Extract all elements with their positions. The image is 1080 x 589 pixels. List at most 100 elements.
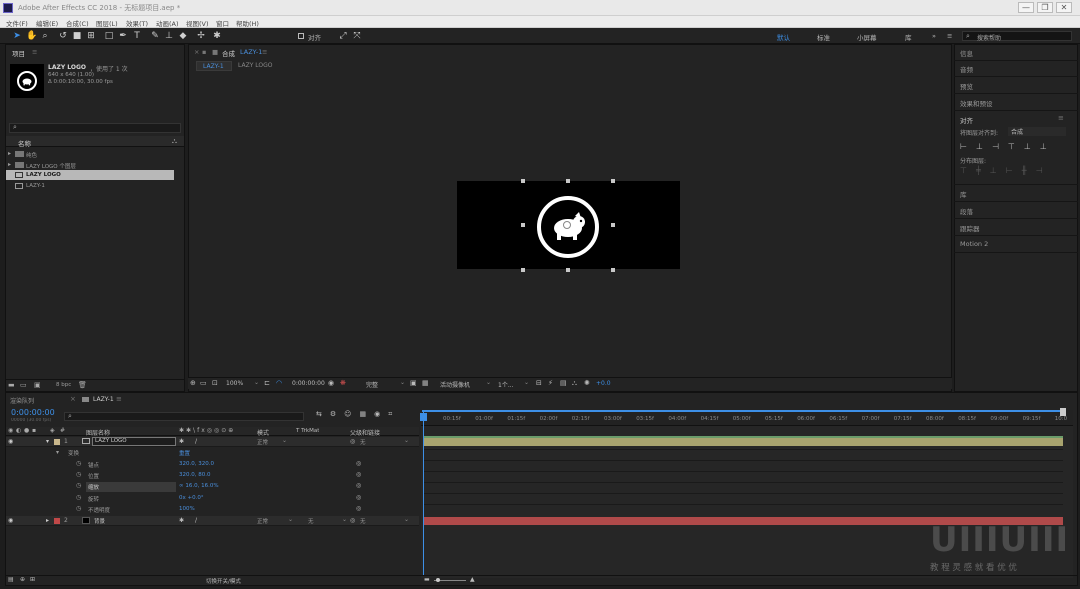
motion2-panel-tab[interactable]: Motion 2 (960, 240, 988, 248)
stopwatch-icon[interactable]: ◷ (76, 460, 81, 467)
exposure-value[interactable]: +0.0 (596, 380, 611, 387)
selection-tool-icon[interactable]: ➤ (12, 31, 22, 41)
info-panel-tab[interactable]: 信息 (960, 48, 973, 58)
layer-name[interactable]: 背景 (94, 517, 105, 525)
region-of-interest-icon[interactable]: ▣ (410, 379, 417, 387)
transform-handle[interactable] (521, 179, 525, 183)
project-list-item[interactable]: ▸ 纯色 (6, 149, 174, 159)
camera-tool-icon[interactable]: ■ (72, 31, 82, 41)
preview-options-icon[interactable]: ▭ (200, 379, 207, 387)
pen-tool-icon[interactable]: ✒ (118, 31, 128, 41)
hand-tool-icon[interactable]: ✋ (26, 31, 37, 41)
type-tool-icon[interactable]: T (132, 31, 142, 41)
layer-label-color[interactable] (54, 439, 60, 445)
comp-flowchart-icon[interactable]: ⇆ (316, 410, 330, 418)
audio-panel-tab[interactable]: 音频 (960, 64, 973, 74)
timeline-search-input[interactable]: ⌕ (64, 412, 304, 421)
menu-window[interactable]: 窗口 (216, 18, 229, 28)
layer-parent[interactable]: 无 (360, 517, 366, 525)
puppet-tool-icon[interactable]: ✱ (212, 31, 222, 41)
property-value[interactable]: 320.0, 80.0 (179, 472, 211, 478)
pick-whip-icon[interactable]: ◎ (356, 505, 361, 512)
exposure-icon[interactable]: ✺ (584, 379, 590, 387)
snapshot-icon[interactable]: ◉ (328, 379, 334, 387)
frame-blending-icon[interactable]: ▦ (359, 410, 374, 418)
flowchart-icon[interactable]: ⛬ (172, 137, 177, 146)
close-icon[interactable]: × (70, 395, 76, 403)
workspace-standard[interactable]: 标准 (817, 32, 830, 42)
mask-visibility-icon[interactable]: ◠ (276, 379, 282, 387)
timeline-switches-row[interactable]: ⇆⚙☺▦◉⌗ (316, 410, 416, 420)
property-row[interactable]: ◷ 锚点 320.0, 320.0 ◎ (6, 460, 419, 470)
pick-whip-icon[interactable]: ◎ (356, 460, 361, 467)
minimize-button[interactable]: — (1018, 2, 1034, 13)
paragraph-panel-tab[interactable]: 段落 (960, 206, 973, 216)
views-select[interactable]: 1个... (498, 380, 514, 389)
resolution-select[interactable]: 完整 (366, 380, 378, 389)
effects-presets-panel-tab[interactable]: 效果和预设 (960, 98, 993, 108)
in-out-icon[interactable]: ⊞ (30, 576, 35, 583)
project-list-item[interactable]: LAZY-1 (6, 181, 174, 191)
shy-switch-icon[interactable]: ✱ (179, 438, 184, 445)
snap-feature-icon[interactable]: ⤧ (352, 31, 362, 41)
magnification-icon[interactable]: ⊕ (190, 379, 196, 387)
eraser-tool-icon[interactable]: ◆ (178, 31, 188, 41)
fast-preview-icon[interactable]: ⚡ (548, 379, 553, 387)
panel-menu-icon[interactable]: ≡ (1058, 114, 1064, 122)
transform-group-row[interactable]: ▾ 变换 重置 (6, 448, 419, 458)
flowchart-icon[interactable]: ⛬ (572, 379, 577, 388)
align-panel-title[interactable]: 对齐 (960, 115, 973, 125)
transform-handle[interactable] (521, 223, 525, 227)
bit-depth-label[interactable]: 8 bpc (56, 382, 71, 388)
pick-whip-icon[interactable]: ◎ (350, 517, 355, 524)
layer-parent[interactable]: 无 (360, 438, 366, 446)
shy-layers-icon[interactable]: ☺ (344, 410, 359, 418)
property-value[interactable]: 0x +0.0° (179, 495, 204, 501)
toggle-pixel-icon[interactable]: ⊟ (536, 379, 542, 387)
menu-file[interactable]: 文件(F) (6, 18, 28, 28)
comp-tab-lazy-1[interactable]: LAZY-1 (196, 61, 232, 71)
timeline-timecode[interactable]: 0:00:00:00 (11, 408, 55, 417)
expand-arrow-icon[interactable]: ▸ (46, 517, 49, 524)
column-name-label[interactable]: 名称 (18, 138, 31, 148)
chevron-down-icon[interactable]: ⌄ (486, 379, 491, 386)
menu-help[interactable]: 帮助(H) (236, 18, 259, 28)
menu-layer[interactable]: 图层(L) (96, 18, 118, 28)
layer-duration-bar[interactable] (423, 438, 1063, 446)
align-top-icon[interactable]: ⊤ (1008, 142, 1024, 151)
shy-switch-icon[interactable]: ✱ (179, 517, 184, 524)
column-mode[interactable]: 模式 (257, 428, 269, 437)
workspace-library[interactable]: 库 (905, 32, 912, 42)
zoom-select[interactable]: 100% (226, 380, 243, 387)
composition-panel-title[interactable]: 合成 (222, 48, 235, 58)
expand-arrow-icon[interactable]: ▸ (8, 150, 11, 157)
align-buttons-row[interactable]: ⊢⊥⊣⊤⊥⊥ (960, 142, 1072, 152)
visibility-icon[interactable]: ◉ (8, 438, 13, 445)
transparency-grid-icon[interactable]: ▦ (422, 379, 429, 387)
align-right-icon[interactable]: ⊣ (992, 142, 1008, 151)
expand-arrow-icon[interactable]: ▾ (56, 449, 59, 456)
panel-menu-icon[interactable]: ≡ (32, 48, 37, 56)
property-row[interactable]: ◷ 不透明度 100% ◎ (6, 505, 419, 515)
stopwatch-icon[interactable]: ◷ (76, 471, 81, 478)
zoom-out-icon[interactable]: ▬ (424, 576, 430, 583)
pick-whip-icon[interactable]: ◎ (356, 471, 361, 478)
column-parent[interactable]: 父级和链接 (350, 428, 380, 437)
stopwatch-icon[interactable]: ◷ (76, 482, 81, 489)
viewer-timecode[interactable]: 0:00:00:00 (292, 380, 325, 387)
workspace-default[interactable]: 默认 (777, 32, 790, 42)
menu-animation[interactable]: 动画(A) (156, 18, 179, 28)
comp-tab-lazy-logo[interactable]: LAZY LOGO (238, 62, 273, 69)
property-value[interactable]: ∞ 16.0, 16.0% (179, 483, 219, 489)
align-center-h-icon[interactable]: ⊥ (976, 142, 992, 151)
roto-brush-tool-icon[interactable]: ✢ (196, 31, 206, 41)
property-row[interactable]: ◷ 缩放 ∞ 16.0, 16.0% ◎ (6, 482, 419, 492)
graph-editor-icon[interactable]: ⌗ (388, 410, 400, 418)
draft-3d-icon[interactable]: ⚙ (330, 410, 344, 418)
chevron-down-icon[interactable]: ⌄ (282, 437, 287, 444)
brush-tool-icon[interactable]: ✎ (150, 31, 160, 41)
work-area-bar[interactable] (422, 410, 1062, 412)
pick-whip-icon[interactable]: ◎ (350, 438, 355, 445)
transform-handle[interactable] (566, 268, 570, 272)
search-help-field[interactable]: ⌕ 搜索帮助 (962, 31, 1072, 42)
